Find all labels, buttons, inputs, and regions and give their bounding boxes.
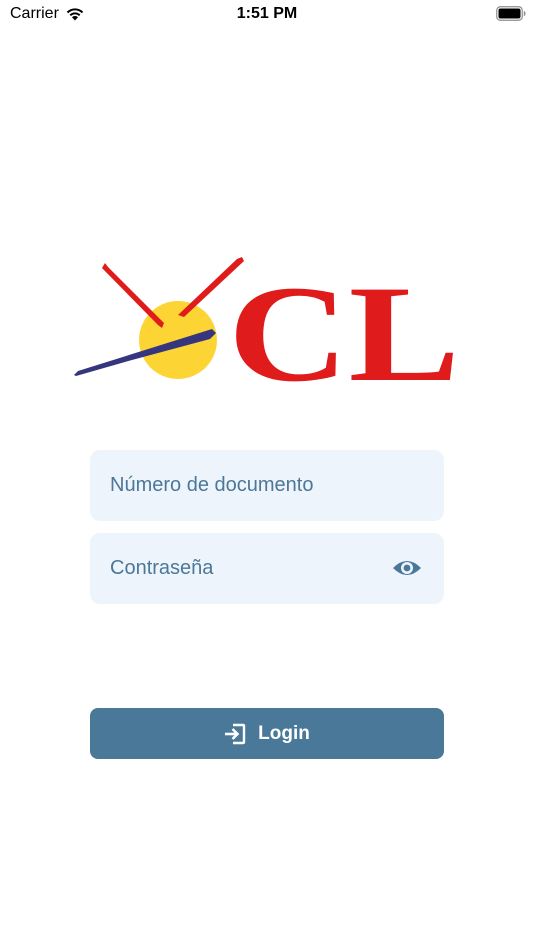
login-label: Login: [258, 722, 310, 744]
password-field[interactable]: [90, 533, 444, 604]
document-number-input[interactable]: [110, 450, 390, 521]
eye-icon[interactable]: [392, 556, 422, 580]
logo-text: CL: [228, 257, 460, 387]
company-logo: CL: [72, 255, 464, 410]
login-button[interactable]: Login: [90, 708, 444, 759]
battery-icon: [496, 6, 526, 21]
password-input[interactable]: [110, 533, 390, 604]
status-bar: Carrier 1:51 PM: [0, 0, 534, 30]
login-icon: [225, 723, 246, 744]
logo-left-stroke: [102, 263, 164, 328]
status-time: 1:51 PM: [236, 5, 298, 22]
logo-graphic: CL: [74, 257, 460, 410]
document-number-field[interactable]: [90, 450, 444, 521]
